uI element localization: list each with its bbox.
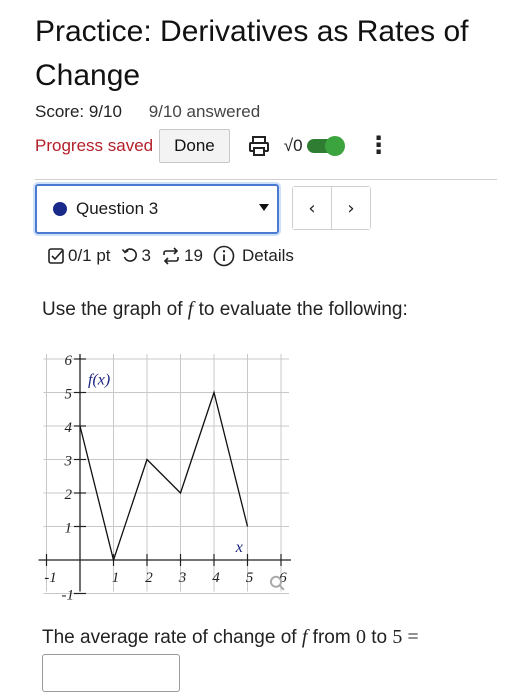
x-tick-label: 5 <box>246 570 254 586</box>
points-item: 0/1 pt <box>47 246 111 266</box>
score-text: Score: 9/10 <box>35 102 122 121</box>
toolbar: Progress saved Done √0 ⋮ <box>35 128 391 164</box>
question-meta: 0/1 pt 3 19 Details <box>47 245 304 267</box>
answered-count: 9/10 answered <box>148 102 261 121</box>
details-link[interactable]: Details <box>213 245 294 267</box>
attempts-item: 19 <box>161 246 203 266</box>
q2-eq: = <box>402 626 419 648</box>
y-tick-label: 6 <box>65 353 73 369</box>
more-options-icon[interactable]: ⋮ <box>367 134 391 158</box>
sqrt-label: √0 <box>283 136 303 155</box>
answer-input[interactable] <box>42 654 180 692</box>
question-nav: ‹ › <box>292 186 371 230</box>
function-line <box>79 390 249 563</box>
x-tick-label: 4 <box>212 570 220 586</box>
x-axis-label: x <box>235 539 243 556</box>
q2-a: 0 <box>355 626 366 648</box>
print-icon[interactable] <box>246 133 272 159</box>
question-prompt: Use the graph of f to evaluate the follo… <box>42 298 408 321</box>
q2-text-2: from <box>307 627 356 648</box>
question-select[interactable]: Question 3 <box>35 184 279 234</box>
x-tick-label: 1 <box>112 570 120 586</box>
function-label: f(x) <box>88 372 110 389</box>
points-text: 0/1 pt <box>68 246 111 265</box>
score-row: Score: 9/10 9/10 answered <box>35 102 260 122</box>
divider <box>35 179 497 180</box>
toggle-switch[interactable] <box>306 136 345 156</box>
question-average-rate: The average rate of change of f from 0 t… <box>42 626 419 649</box>
next-question-button[interactable]: › <box>332 187 370 229</box>
prompt-text-2: to evaluate the following: <box>193 299 408 320</box>
q2-text-1: The average rate of change of <box>42 627 302 648</box>
retries-item: 3 <box>121 246 151 266</box>
question-status-dot <box>53 202 67 216</box>
y-tick-label: 5 <box>65 387 73 403</box>
x-tick-label: 3 <box>178 570 187 586</box>
q2-b: 5 <box>392 626 403 648</box>
info-icon <box>213 245 235 267</box>
page-title: Practice: Derivatives as Rates of Change <box>35 15 469 92</box>
function-graph: -1 1 2 3 4 5 6654321-1f(x)x <box>38 353 291 604</box>
y-tick-label: -1 <box>62 588 75 604</box>
y-tick-label: 3 <box>64 454 73 470</box>
math-input-toggle[interactable]: √0 <box>283 136 345 156</box>
retries-count: 3 <box>141 246 152 265</box>
y-tick-label: 2 <box>65 487 73 503</box>
x-tick-label: -1 <box>44 570 57 586</box>
caret-down-icon <box>259 204 269 211</box>
prev-question-button[interactable]: ‹ <box>293 187 331 229</box>
details-label: Details <box>241 246 294 265</box>
x-tick-label: 2 <box>145 570 153 586</box>
y-tick-label: 4 <box>65 420 73 436</box>
repeat-icon <box>163 247 179 265</box>
attempts-count: 19 <box>184 246 203 265</box>
undo-icon <box>121 248 137 262</box>
progress-saved-status: Progress saved <box>35 136 154 155</box>
y-tick-label: 1 <box>65 521 73 537</box>
done-button[interactable]: Done <box>159 129 230 163</box>
q2-text-3: to <box>365 627 393 648</box>
prompt-text-1: Use the graph of <box>42 299 188 320</box>
toggle-knob <box>324 136 345 156</box>
checkbox-icon <box>48 248 64 264</box>
question-select-label: Question 3 <box>76 199 159 218</box>
